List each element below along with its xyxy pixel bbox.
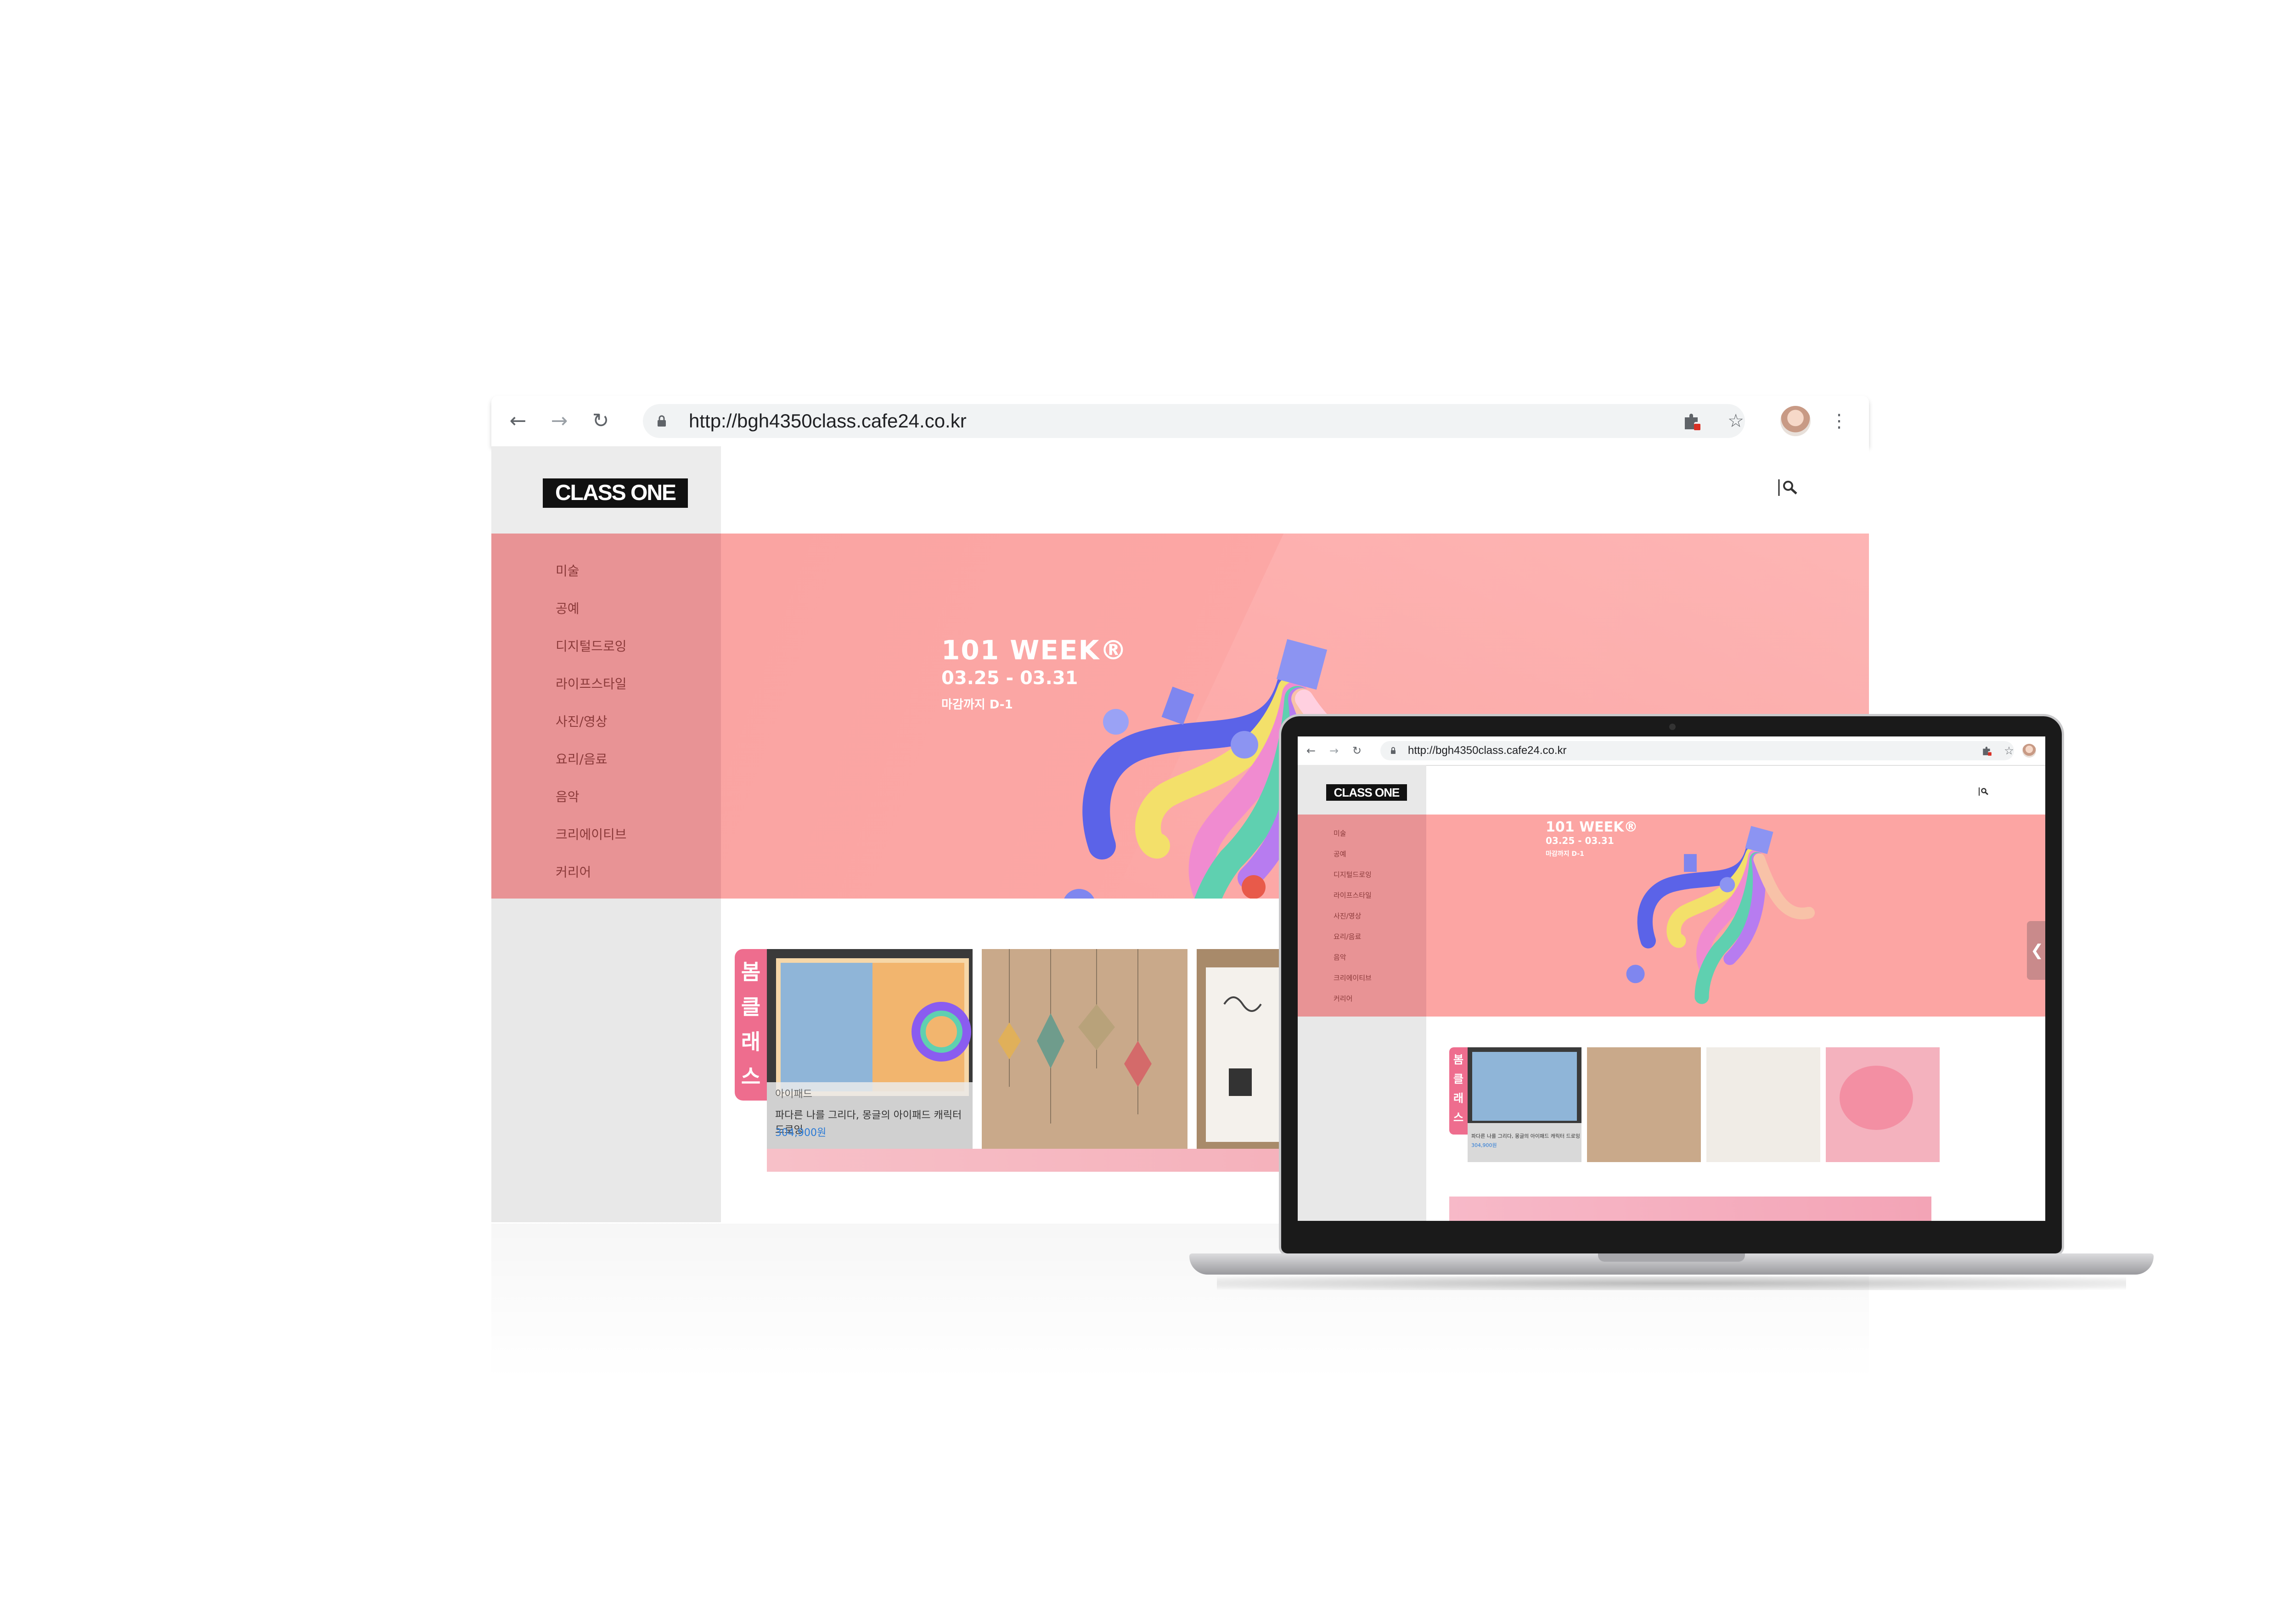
product-title: 파다른 나를 그리다, 몽글의 아이패드 캐릭터 드로잉 <box>1471 1133 1580 1139</box>
category-item[interactable]: 미술 <box>1334 828 1346 838</box>
promo-banner-strip[interactable] <box>1449 1197 1931 1221</box>
search-icon[interactable] <box>1978 787 1992 796</box>
url-text: http://bgh4350class.cafe24.co.kr <box>1408 744 1567 757</box>
product-card[interactable]: 아이패드 파다른 나를 그리다, 몽글의 아이패드 캐릭터 드로잉 304,90… <box>767 949 973 1156</box>
avatar[interactable] <box>1780 406 1811 436</box>
category-item[interactable]: 사진/영상 <box>1334 911 1361 921</box>
laptop-browser-toolbar: ← → ↻ http://bgh4350class.cafe24.co.kr ☆ <box>1298 736 2045 766</box>
address-bar[interactable]: http://bgh4350class.cafe24.co.kr <box>1380 741 2014 760</box>
hero-text: 101 WEEK® 03.25 - 03.31 마감까지 D-1 <box>1546 819 1638 858</box>
star-icon[interactable]: ☆ <box>1722 407 1750 435</box>
product-price: 304,900원 <box>1471 1142 1497 1148</box>
avatar[interactable] <box>2022 744 2036 758</box>
product-card[interactable] <box>1587 1047 1701 1162</box>
category-item[interactable]: 요리/음료 <box>1334 932 1361 941</box>
site-logo[interactable]: CLASS ONE <box>543 478 688 508</box>
url-text: http://bgh4350class.cafe24.co.kr <box>689 410 967 432</box>
camera-icon <box>1669 724 1676 730</box>
product-info: 파다른 나를 그리다, 몽글의 아이패드 캐릭터 드로잉 304,900원 <box>1468 1123 1581 1162</box>
category-item[interactable]: 라이프스타일 <box>556 674 627 692</box>
category-item[interactable]: 공예 <box>1334 849 1346 859</box>
hero-deadline: 마감까지 D-1 <box>1546 850 1584 858</box>
category-menu: 미술 공예 디지털드로잉 라이프스타일 사진/영상 요리/음료 음악 크리에이티… <box>1298 815 1426 1017</box>
product-card[interactable] <box>1706 1047 1820 1162</box>
category-item[interactable]: 커리어 <box>1334 994 1352 1003</box>
season-badge: 봄클래스 <box>1449 1047 1468 1135</box>
laptop-screen: ← → ↻ http://bgh4350class.cafe24.co.kr ☆… <box>1298 736 2045 1221</box>
browser-toolbar: ← → ↻ http://bgh4350class.cafe24.co.kr ☆… <box>491 396 1869 446</box>
category-menu: 미술 공예 디지털드로잉 라이프스타일 사진/영상 요리/음료 음악 크리에이티… <box>491 534 721 899</box>
category-item[interactable]: 크리에이티브 <box>1334 973 1372 983</box>
category-item[interactable]: 사진/영상 <box>556 712 607 730</box>
puzzle-icon[interactable] <box>1979 743 1995 759</box>
laptop-notch <box>1598 1253 1745 1262</box>
lock-icon <box>1391 747 1396 754</box>
product-info: 아이패드 파다른 나를 그리다, 몽글의 아이패드 캐릭터 드로잉 304,90… <box>767 1082 973 1156</box>
product-thumbnail <box>982 949 1187 1156</box>
search-icon[interactable] <box>1777 478 1805 497</box>
product-category: 아이패드 <box>775 1089 812 1100</box>
star-icon[interactable]: ☆ <box>2001 743 2017 759</box>
hero-title: 101 WEEK® <box>1546 819 1638 835</box>
cake-thumbnail <box>1840 1066 1913 1130</box>
category-item[interactable]: 음악 <box>1334 952 1346 962</box>
category-item[interactable]: 미술 <box>556 561 580 579</box>
category-item[interactable]: 라이프스타일 <box>1334 890 1372 900</box>
category-item[interactable]: 크리에이티브 <box>556 825 627 843</box>
product-thumbnail <box>1472 1052 1577 1121</box>
back-arrow-icon[interactable]: ← <box>504 407 532 435</box>
product-card[interactable]: 파다른 나를 그리다, 몽글의 아이패드 캐릭터 드로잉 304,900원 <box>1468 1047 1581 1162</box>
product-card[interactable] <box>982 949 1187 1156</box>
laptop-shadow <box>1217 1276 2126 1290</box>
category-item[interactable]: 요리/음료 <box>556 749 607 768</box>
season-badge: 봄클래스 <box>735 949 767 1101</box>
lock-icon <box>658 415 666 427</box>
product-price: 304,900원 <box>775 1127 827 1139</box>
address-bar[interactable]: http://bgh4350class.cafe24.co.kr <box>643 404 1745 438</box>
hero-3d-illustration <box>1626 826 1815 1004</box>
hero-dates: 03.25 - 03.31 <box>1546 835 1614 846</box>
category-item[interactable]: 디지털드로잉 <box>1334 870 1372 879</box>
site-logo[interactable]: CLASS ONE <box>1326 784 1407 801</box>
forward-arrow-icon[interactable]: → <box>546 407 573 435</box>
product-card[interactable] <box>1826 1047 1940 1162</box>
category-item[interactable]: 커리어 <box>556 862 591 881</box>
kebab-menu-icon[interactable]: ⋮ <box>1825 407 1853 435</box>
puzzle-icon[interactable] <box>1678 407 1706 435</box>
laptop-website-viewport: CLASS ONE 101 WEEK® 03.25 - 03.31 마감까지 D… <box>1298 765 2045 1221</box>
forward-arrow-icon[interactable]: → <box>1326 743 1342 759</box>
reload-icon[interactable]: ↻ <box>1349 743 1365 759</box>
back-arrow-icon[interactable]: ← <box>1303 743 1319 759</box>
category-item[interactable]: 공예 <box>556 599 580 617</box>
category-item[interactable]: 디지털드로잉 <box>556 636 627 655</box>
reload-icon[interactable]: ↻ <box>587 407 614 435</box>
hero-prev-arrow[interactable]: ❮ <box>2027 921 2045 980</box>
logo-area: CLASS ONE <box>491 446 721 534</box>
laptop-mockup: ← → ↻ http://bgh4350class.cafe24.co.kr ☆… <box>1189 716 2154 1290</box>
category-item[interactable]: 음악 <box>556 787 580 805</box>
